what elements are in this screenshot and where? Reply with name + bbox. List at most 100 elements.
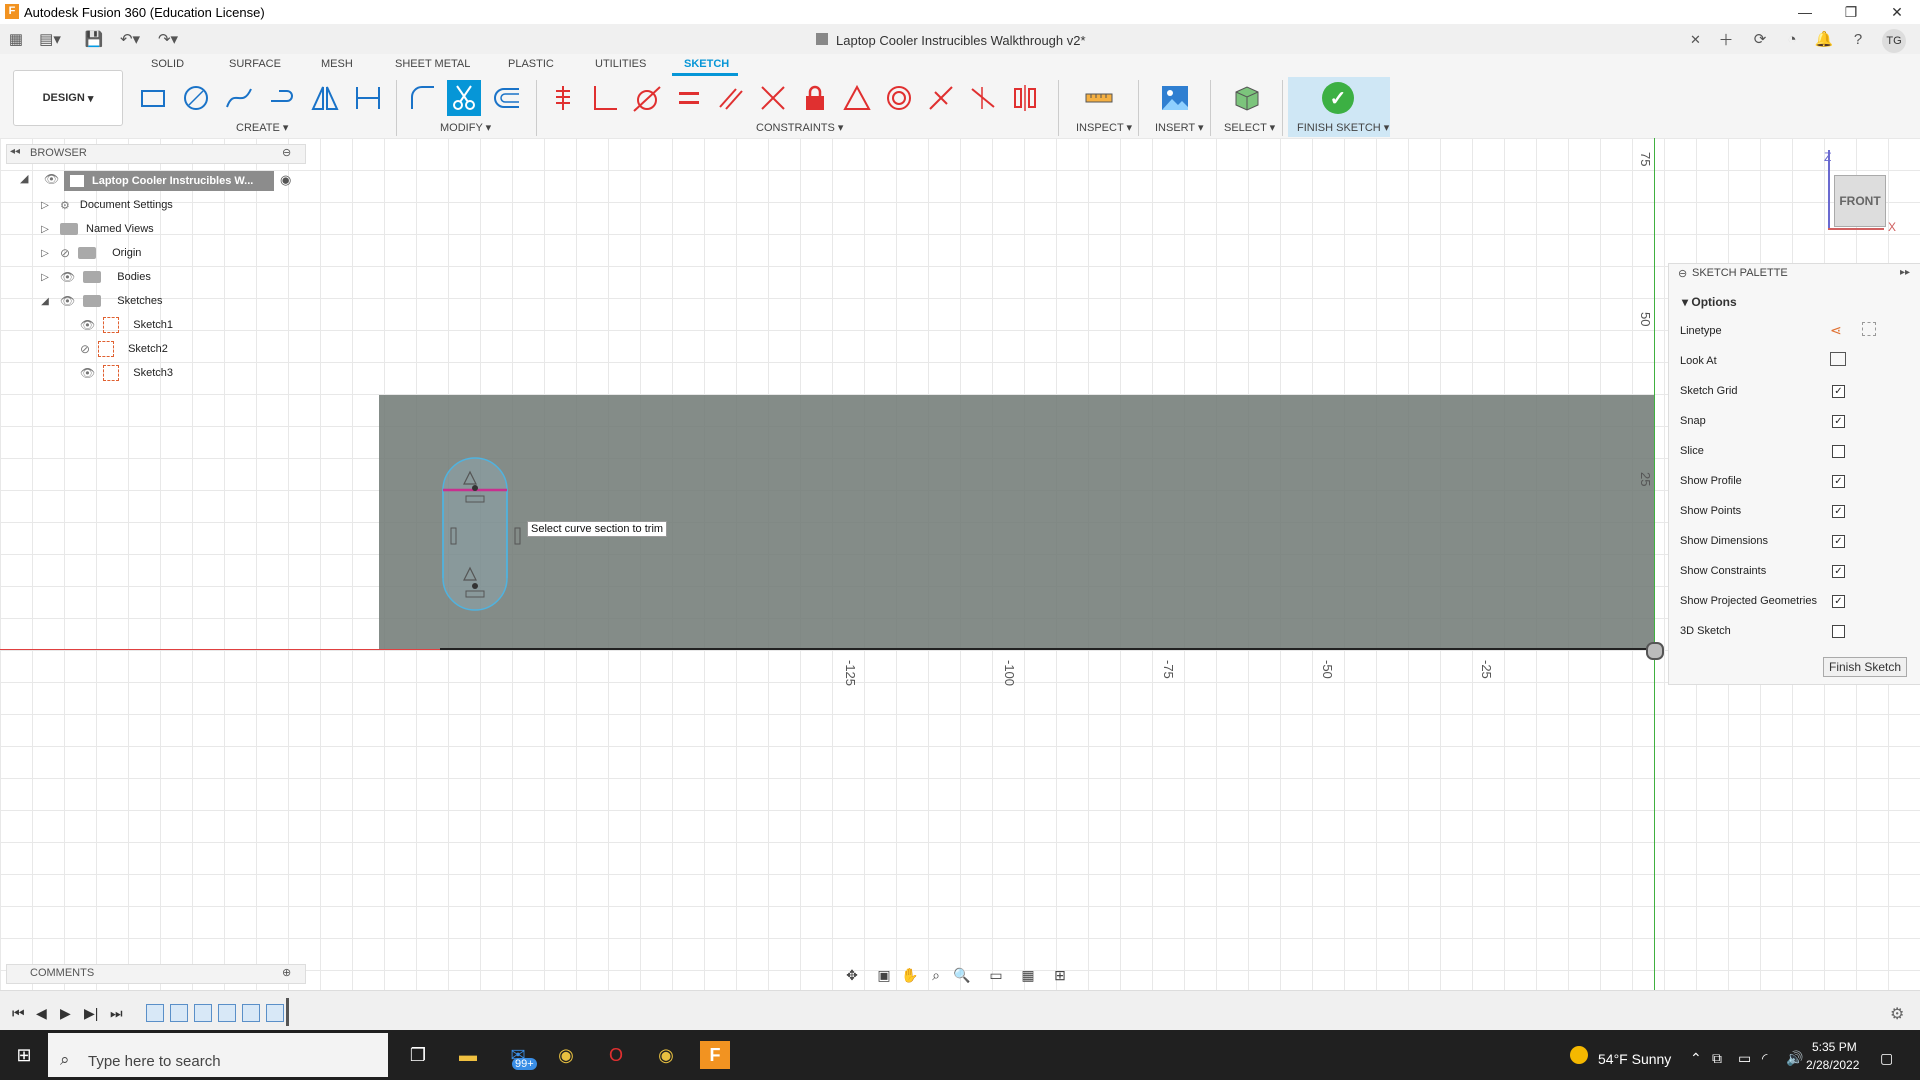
clock-date[interactable]: 2/28/2022: [1806, 1058, 1859, 1072]
browser-item-sketch3[interactable]: 👁 Sketch3: [80, 362, 173, 384]
eye-icon[interactable]: 👁: [80, 318, 95, 332]
triangle-constraint[interactable]: [840, 80, 874, 116]
collinear-constraint[interactable]: [756, 80, 790, 116]
tray-chevron-icon[interactable]: ⌃: [1690, 1050, 1702, 1067]
show-projected-geometries-checkbox[interactable]: ✓: [1832, 595, 1845, 608]
slot-tool[interactable]: [265, 80, 299, 116]
volume-icon[interactable]: 🔊: [1786, 1050, 1803, 1067]
select-tool[interactable]: [1230, 80, 1264, 116]
slot-sketch-geometry[interactable]: [430, 450, 530, 630]
browser-item-bodies[interactable]: ▷ 👁 Bodies: [40, 266, 151, 288]
browser-item-origin[interactable]: ▷ ⊘ Origin: [40, 242, 141, 264]
checkmark-icon[interactable]: ✓: [1322, 82, 1354, 114]
clock-time[interactable]: 5:35 PM: [1812, 1040, 1857, 1054]
browser-item-document-settings[interactable]: ▷ ⚙ Document Settings: [40, 194, 173, 216]
modify-group-label[interactable]: MODIFY ▾: [440, 121, 491, 134]
step-forward-icon[interactable]: ▶|: [84, 1005, 98, 1022]
circle-tool[interactable]: [179, 80, 213, 116]
curvature-constraint[interactable]: [1008, 80, 1042, 116]
timeline-extrude-item[interactable]: [242, 1004, 260, 1022]
offset-tool[interactable]: [490, 80, 524, 116]
collapse-browser-icon[interactable]: ◂◂: [10, 146, 20, 157]
show-dimensions-checkbox[interactable]: ✓: [1832, 535, 1845, 548]
look-at-nav-icon[interactable]: ▣: [874, 966, 894, 984]
browser-item-named-views[interactable]: ▷ Named Views: [40, 218, 154, 240]
chrome-icon[interactable]: ◉: [552, 1041, 580, 1069]
tab-solid[interactable]: SOLID: [151, 58, 184, 70]
finish-sketch-label[interactable]: FINISH SKETCH ▾: [1297, 121, 1389, 134]
design-workspace-button[interactable]: DESIGN ▾: [13, 70, 123, 126]
user-avatar[interactable]: TG: [1882, 29, 1906, 53]
options-section-title[interactable]: ▾ Options: [1682, 295, 1737, 309]
undo-icon[interactable]: ↶▾: [118, 29, 142, 49]
timeline-extrude-item[interactable]: [194, 1004, 212, 1022]
notifications-icon[interactable]: 🔔: [1812, 29, 1836, 49]
expand-icon[interactable]: ▷: [40, 248, 50, 259]
constraints-group-label[interactable]: CONSTRAINTS ▾: [756, 121, 843, 134]
snap-checkbox[interactable]: ✓: [1832, 415, 1845, 428]
tab-surface[interactable]: SURFACE: [229, 58, 281, 70]
windows-start-icon[interactable]: ⊞: [10, 1041, 38, 1069]
tab-plastic[interactable]: PLASTIC: [508, 58, 554, 70]
mirror-tool[interactable]: [308, 80, 342, 116]
job-status-icon[interactable]: ◔: [1780, 29, 1804, 49]
sketch-baseline[interactable]: [440, 648, 1655, 650]
timeline-sketch-item[interactable]: [266, 1004, 284, 1022]
grid-settings-icon[interactable]: ▦: [1018, 966, 1038, 984]
app-grid-icon[interactable]: ▦: [4, 29, 28, 49]
add-comment-icon[interactable]: ⊕: [282, 966, 291, 979]
fusion360-taskbar-icon[interactable]: F: [700, 1041, 730, 1069]
step-back-icon[interactable]: ◀: [36, 1005, 47, 1022]
timeline-settings-icon[interactable]: ⚙: [1890, 1004, 1904, 1024]
browser-item-sketches[interactable]: ◢ 👁 Sketches: [40, 290, 162, 312]
perpendicular-constraint[interactable]: [588, 80, 622, 116]
redo-icon[interactable]: ↷▾: [156, 29, 180, 49]
eye-icon[interactable]: 👁: [44, 172, 59, 186]
fix-constraint[interactable]: [798, 80, 832, 116]
show-profile-checkbox[interactable]: ✓: [1832, 475, 1845, 488]
insert-group-label[interactable]: INSERT ▾: [1155, 121, 1204, 134]
root-expand-icon[interactable]: ◢: [20, 172, 28, 185]
origin-point[interactable]: [1646, 642, 1664, 660]
show-constraints-checkbox[interactable]: ✓: [1832, 565, 1845, 578]
palette-options-icon[interactable]: ⊖: [1678, 267, 1687, 280]
expand-icon[interactable]: ▷: [40, 224, 50, 235]
tab-sketch[interactable]: SKETCH: [684, 58, 729, 70]
timeline-marker[interactable]: [286, 998, 289, 1026]
finish-sketch-button[interactable]: Finish Sketch: [1823, 657, 1907, 677]
minimize-button[interactable]: —: [1782, 0, 1828, 24]
display-settings-icon[interactable]: ▭: [986, 966, 1006, 984]
eye-icon[interactable]: 👁: [60, 270, 75, 284]
tab-mesh[interactable]: MESH: [321, 58, 353, 70]
new-tab-icon[interactable]: ＋: [1714, 29, 1738, 49]
eye-icon[interactable]: 👁: [80, 366, 95, 380]
browser-item-sketch1[interactable]: 👁 Sketch1: [80, 314, 173, 336]
close-window-button[interactable]: ✕: [1874, 0, 1920, 24]
parallel-constraint[interactable]: [714, 80, 748, 116]
equal-constraint[interactable]: [672, 80, 706, 116]
battery-icon[interactable]: ▭: [1738, 1050, 1751, 1067]
browser-options-icon[interactable]: ⊖: [282, 146, 291, 159]
inspect-group-label[interactable]: INSPECT ▾: [1076, 121, 1132, 134]
fillet-tool[interactable]: [406, 80, 440, 116]
centerline-linetype-icon[interactable]: [1862, 322, 1876, 336]
orbit-icon[interactable]: ✥: [842, 966, 862, 984]
timeline-sketch-item[interactable]: [146, 1004, 164, 1022]
insert-image-tool[interactable]: [1158, 80, 1192, 116]
close-tab-icon[interactable]: ✕: [1690, 32, 1701, 48]
sketch-grid-checkbox[interactable]: ✓: [1832, 385, 1845, 398]
collapse-icon[interactable]: ◢: [40, 296, 50, 307]
view-cube[interactable]: FRONT: [1834, 175, 1886, 227]
help-icon[interactable]: ?: [1846, 29, 1870, 49]
measure-tool[interactable]: [1082, 80, 1116, 116]
go-to-end-icon[interactable]: ⏭: [110, 1005, 123, 1022]
save-icon[interactable]: 💾: [82, 29, 106, 49]
weather-text[interactable]: 54°F Sunny: [1598, 1051, 1671, 1067]
timeline-sketch-item[interactable]: [170, 1004, 188, 1022]
tangent-constraint[interactable]: [630, 80, 664, 116]
fit-icon[interactable]: 🔍: [952, 966, 972, 984]
weather-icon[interactable]: [1570, 1046, 1588, 1064]
trim-tool[interactable]: [447, 80, 481, 116]
notification-center-icon[interactable]: ▢: [1880, 1050, 1893, 1067]
concentric-constraint[interactable]: [882, 80, 916, 116]
